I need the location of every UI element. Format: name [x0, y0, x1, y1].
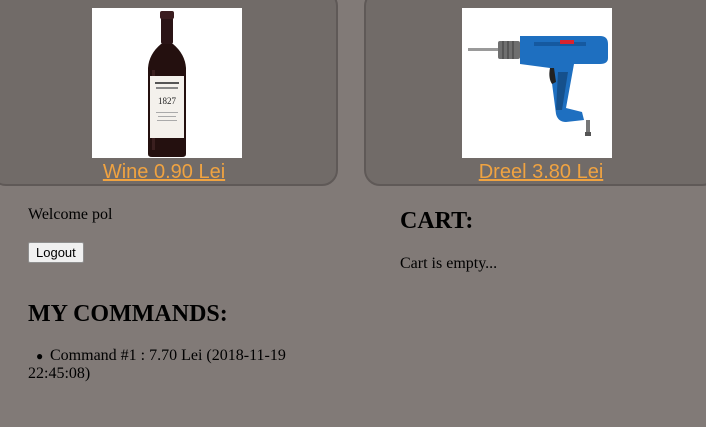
welcome-text: Welcome pol: [28, 206, 113, 223]
command-text: Command #1 : 7.70 Lei (2018-11-19 22:45:…: [28, 347, 286, 382]
cart-heading: CART:: [400, 208, 474, 234]
product-card-dreel: Dreel 3.80 Lei: [364, 0, 706, 186]
drill-icon: [462, 8, 612, 158]
commands-heading: MY COMMANDS:: [28, 301, 228, 327]
product-link-wine[interactable]: Wine 0.90 Lei: [0, 160, 336, 184]
cart-status-text: Cart is empty...: [400, 255, 498, 272]
commands-list: ● Command #1 : 7.70 Lei (2018-11-19 22:45…: [28, 347, 318, 383]
drill-image: [462, 8, 612, 158]
wine-bottle-icon: 1827: [92, 8, 242, 158]
bottle-label-text: 1827: [158, 96, 177, 106]
wine-bottle-image: 1827: [92, 8, 242, 158]
product-card-wine: 1827 Wine 0.90 Lei: [0, 0, 338, 186]
logout-button[interactable]: Logout: [28, 242, 84, 263]
product-link-dreel[interactable]: Dreel 3.80 Lei: [366, 160, 706, 184]
list-item: ● Command #1 : 7.70 Lei (2018-11-19 22:45…: [28, 347, 318, 383]
bullet-icon: ●: [36, 349, 44, 363]
